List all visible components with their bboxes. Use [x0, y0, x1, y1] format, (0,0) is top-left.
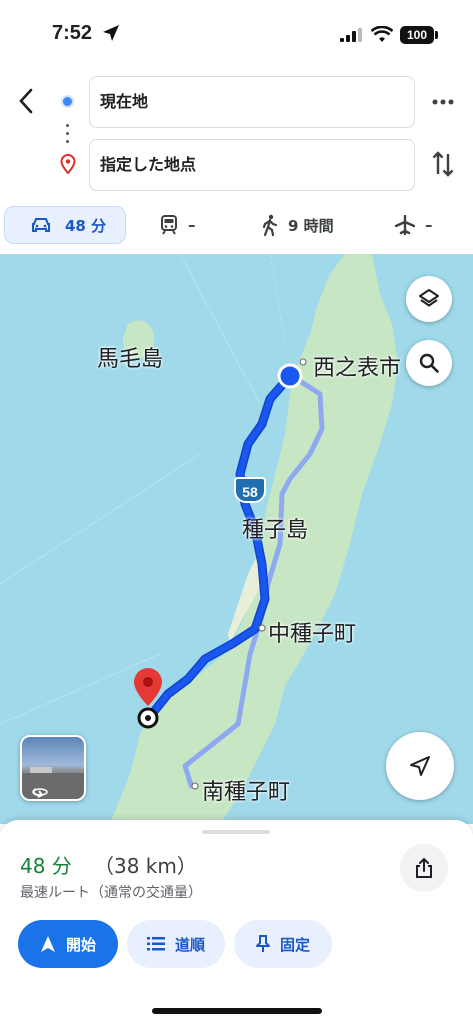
map-search-button[interactable] [406, 340, 452, 386]
steps-label: 道順 [174, 935, 205, 954]
layers-icon [419, 289, 439, 307]
more-options-icon[interactable] [432, 99, 454, 105]
map-label-minamitane: 南種子町 [202, 780, 291, 805]
wifi-icon [371, 26, 393, 42]
current-location-marker [277, 363, 303, 389]
street-view-thumbnail[interactable] [20, 735, 86, 801]
battery-nub [435, 31, 438, 39]
street-view-rotate-icon [22, 767, 84, 799]
driving-time: 48 分 [65, 216, 107, 235]
transport-mode-tabs: 48 分 – 9 時間 – [0, 206, 473, 250]
share-button[interactable] [400, 844, 448, 892]
navigation-button[interactable] [386, 732, 454, 800]
start-label: 開始 [65, 935, 96, 954]
layers-button[interactable] [406, 276, 452, 322]
sheet-drag-handle[interactable] [202, 830, 270, 834]
transit-time: – [188, 216, 196, 234]
back-arrow-icon[interactable] [14, 86, 40, 116]
pin-icon [255, 935, 270, 952]
share-icon [416, 857, 432, 878]
location-arrow-icon [103, 25, 119, 41]
map-label-nishinoomote: 西之表市 [313, 356, 402, 381]
status-time: 7:52 [52, 22, 93, 44]
destination-pin-icon [60, 154, 76, 174]
cellular-signal-icon [340, 28, 362, 42]
walking-icon [262, 214, 278, 236]
search-icon [419, 353, 439, 373]
battery-indicator: 100 [400, 26, 434, 44]
tab-driving[interactable]: 48 分 [4, 206, 126, 244]
route-duration: 48 分 [20, 854, 72, 878]
route-number-shield: 58 [234, 477, 266, 503]
route-connector-dots [66, 124, 69, 148]
pin-label: 固定 [279, 935, 310, 954]
tab-transit[interactable]: – [160, 206, 196, 244]
car-icon [32, 218, 50, 232]
route-description: 最速ルート（通常の交通量） [20, 885, 202, 901]
status-bar: 7:52 100 [0, 0, 473, 66]
origin-field[interactable]: 現在地 [89, 76, 415, 128]
map-view[interactable]: 馬毛島 西之表市 種子島 中種子町 南種子町 58 [0, 254, 473, 824]
tab-walking[interactable]: 9 時間 [262, 206, 334, 244]
airplane-icon [395, 215, 415, 235]
navigation-arrow-icon [40, 936, 55, 952]
map-label-nakatane: 中種子町 [268, 622, 357, 647]
steps-button[interactable]: 道順 [127, 920, 225, 968]
walking-time: 9 時間 [288, 216, 334, 235]
navigation-arrow-icon [410, 756, 430, 776]
map-label-mage-island: 馬毛島 [97, 347, 164, 372]
pin-button[interactable]: 固定 [234, 920, 332, 968]
route-bottom-sheet: 48 分 （38 km） 最速ルート（通常の交通量） 開始 道順 固定 [0, 820, 473, 1024]
map-label-tanegashima: 種子島 [242, 518, 309, 543]
route-distance: （38 km） [94, 854, 197, 878]
home-indicator[interactable] [152, 1008, 322, 1014]
flight-time: – [425, 216, 433, 234]
origin-dot-icon [61, 95, 74, 108]
list-icon [146, 937, 165, 951]
swap-icon[interactable] [432, 150, 454, 178]
destination-field[interactable]: 指定した地点 [89, 139, 415, 191]
train-icon [161, 215, 177, 235]
tab-flight[interactable]: – [395, 206, 433, 244]
start-navigation-button[interactable]: 開始 [18, 920, 118, 968]
